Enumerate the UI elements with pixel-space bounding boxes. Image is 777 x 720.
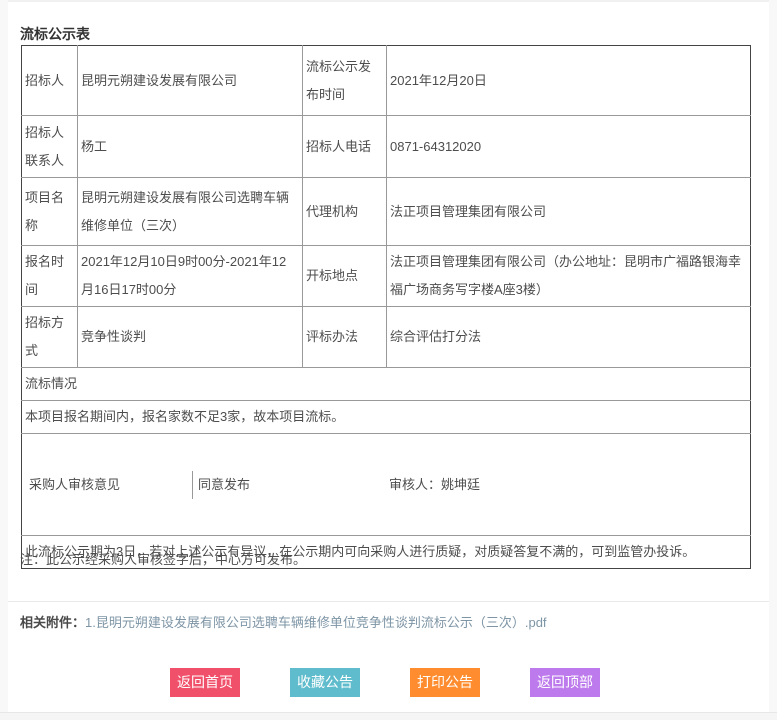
failed-bid-notice-table: 招标人 昆明元朔建设发展有限公司 流标公示发布时间 2021年12月20日 招标…	[21, 45, 751, 569]
attachments-label: 相关附件：	[20, 615, 85, 630]
table-row: 项目名称 昆明元朔建设发展有限公司选聘车辆维修单位（三次） 代理机构 法正项目管…	[22, 178, 751, 246]
contact-value: 杨工	[78, 116, 303, 178]
table-row: 招标人联系人 杨工 招标人电话 0871-64312020	[22, 116, 751, 178]
review-opinion-label: 采购人审核意见	[25, 471, 193, 499]
table-row: 招标方式 竞争性谈判 评标办法 综合评估打分法	[22, 307, 751, 368]
section-divider	[8, 601, 769, 602]
bidder-label: 招标人	[22, 46, 78, 116]
back-home-button[interactable]: 返回首页	[170, 668, 240, 697]
page-title: 流标公示表	[20, 24, 90, 44]
signup-time-value: 2021年12月10日9时00分-2021年12月16日17时00分	[78, 246, 303, 307]
open-location-value: 法正项目管理集团有限公司（办公地址：昆明市广福路银海幸福广场商务写字楼A座3楼）	[387, 246, 751, 307]
page-edge-top	[0, 0, 777, 2]
page-edge-left	[0, 0, 8, 720]
page-edge-right	[769, 0, 777, 720]
review-opinion-value: 同意发布	[198, 471, 250, 499]
table-row: 流标情况	[22, 368, 751, 401]
publish-time-label: 流标公示发布时间	[303, 46, 387, 116]
agency-label: 代理机构	[303, 178, 387, 246]
phone-value: 0871-64312020	[387, 116, 751, 178]
failed-bid-section-header: 流标情况	[22, 368, 751, 401]
phone-label: 招标人电话	[303, 116, 387, 178]
table-row: 采购人审核意见 同意发布 审核人：姚坤廷	[22, 434, 751, 536]
table-row: 本项目报名期间内，报名家数不足3家，故本项目流标。	[22, 401, 751, 434]
attachments-row: 相关附件：1.昆明元朔建设发展有限公司选聘车辆维修单位竞争性谈判流标公示（三次）…	[20, 612, 547, 631]
open-location-label: 开标地点	[303, 246, 387, 307]
eval-method-value: 综合评估打分法	[387, 307, 751, 368]
reviewer-name: 审核人：姚坤廷	[389, 471, 480, 499]
table-row: 报名时间 2021年12月10日9时00分-2021年12月16日17时00分 …	[22, 246, 751, 307]
project-name-label: 项目名称	[22, 178, 78, 246]
publish-time-value: 2021年12月20日	[387, 46, 751, 116]
signup-time-label: 报名时间	[22, 246, 78, 307]
page-edge-bottom	[0, 712, 777, 720]
bid-method-label: 招标方式	[22, 307, 78, 368]
table-row: 招标人 昆明元朔建设发展有限公司 流标公示发布时间 2021年12月20日	[22, 46, 751, 116]
back-to-top-button[interactable]: 返回顶部	[530, 668, 600, 697]
eval-method-label: 评标办法	[303, 307, 387, 368]
print-notice-button[interactable]: 打印公告	[410, 668, 480, 697]
review-row: 采购人审核意见 同意发布 审核人：姚坤廷	[25, 471, 746, 499]
bidder-value: 昆明元朔建设发展有限公司	[78, 46, 303, 116]
failed-bid-reason: 本项目报名期间内，报名家数不足3家，故本项目流标。	[22, 401, 751, 434]
bid-method-value: 竞争性谈判	[78, 307, 303, 368]
favorite-notice-button[interactable]: 收藏公告	[290, 668, 360, 697]
attachment-pdf-link[interactable]: 1.昆明元朔建设发展有限公司选聘车辆维修单位竞争性谈判流标公示（三次）.pdf	[85, 615, 547, 630]
contact-label: 招标人联系人	[22, 116, 78, 178]
project-name-value: 昆明元朔建设发展有限公司选聘车辆维修单位（三次）	[78, 178, 303, 246]
action-buttons: 返回首页 收藏公告 打印公告 返回顶部	[0, 668, 777, 697]
agency-value: 法正项目管理集团有限公司	[387, 178, 751, 246]
publish-condition-note: 注：此公示经采购人审核签字后，中心方可发布。	[20, 549, 306, 568]
